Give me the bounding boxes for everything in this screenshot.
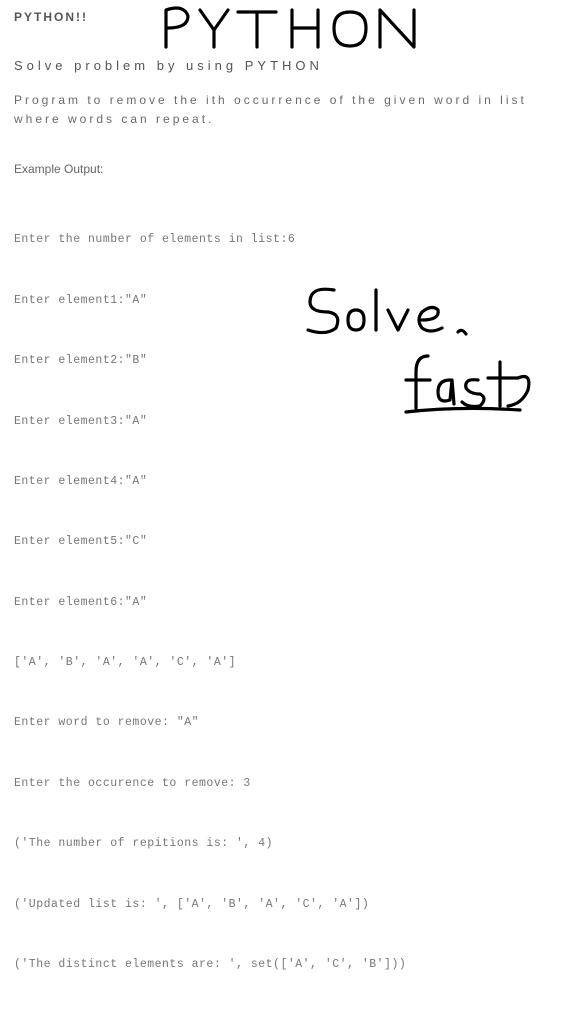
output-line: Enter element3:"A" bbox=[14, 412, 552, 432]
output-line: ('Updated list is: ', ['A', 'B', 'A', 'C… bbox=[14, 895, 552, 915]
output-line: Enter element1:"A" bbox=[14, 291, 552, 311]
output-line: Enter word to remove: "A" bbox=[14, 713, 552, 733]
output-line: Enter the occurence to remove: 3 bbox=[14, 774, 552, 794]
output-line: ['A', 'B', 'A', 'A', 'C', 'A'] bbox=[14, 653, 552, 673]
document-page: PYTHON!! Solve problem by using PYTHON P… bbox=[0, 0, 566, 1025]
small-title: PYTHON!! bbox=[14, 10, 552, 24]
output-line: Enter element2:"B" bbox=[14, 351, 552, 371]
example-output-label: Example Output: bbox=[14, 162, 552, 176]
output-line: ('The number of repitions is: ', 4) bbox=[14, 834, 552, 854]
output-line: Enter element6:"A" bbox=[14, 593, 552, 613]
output-line: Enter element4:"A" bbox=[14, 472, 552, 492]
example-output-block: Enter the number of elements in list:6 E… bbox=[14, 190, 552, 1015]
output-line: Enter element5:"C" bbox=[14, 532, 552, 552]
output-line: Enter the number of elements in list:6 bbox=[14, 230, 552, 250]
main-heading: Solve problem by using PYTHON bbox=[14, 58, 552, 73]
output-line: ('The distinct elements are: ', set(['A'… bbox=[14, 955, 552, 975]
problem-description: Program to remove the ith occurrence of … bbox=[14, 91, 552, 128]
